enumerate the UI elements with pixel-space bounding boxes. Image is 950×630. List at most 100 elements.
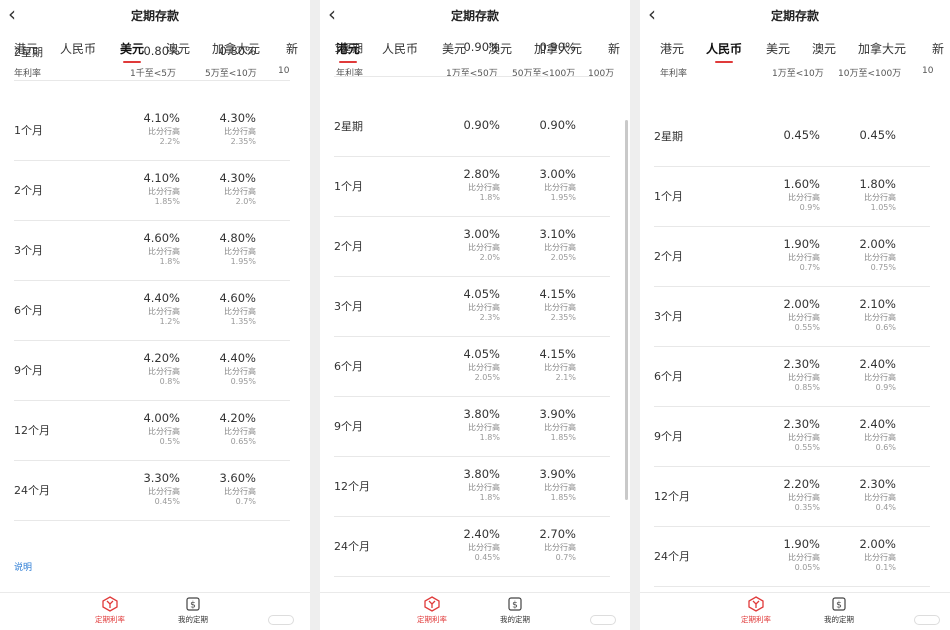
svg-text:$: $ [512,601,518,611]
compare-label-col1: 比分行高 [788,253,820,262]
compare-label-col2: 比分行高 [864,313,896,322]
nav-my-deposits[interactable]: $ 我的定期 [809,596,869,625]
rate-row: 24个月 3.30% 3.60% 比分行高 0.45% 比分行高 0.7% [14,460,290,521]
rate-row: 9个月 4.20% 4.40% 比分行高 0.8% 比分行高 0.95% [14,340,290,401]
compare-value-col2: 2.0% [235,197,256,206]
top-bar: ‹ 定期存款 [640,0,950,30]
rate-row: 24个月 2.40% 2.70% 比分行高 0.45% 比分行高 0.7% [334,516,610,577]
rate-value-col2: 4.80% [219,231,256,245]
nav-my-deposits[interactable]: $ 我的定期 [485,596,545,625]
compare-value-col2: 1.05% [870,203,896,212]
rate-value-col2: 3.60% [219,471,256,485]
compare-value-col2: 1.35% [230,317,256,326]
rate-value-col2: 4.30% [219,171,256,185]
compare-value-col2: 1.95% [550,193,576,202]
rate-value-col1: 4.05% [463,287,500,301]
term-label: 9个月 [14,364,43,377]
deposit-panel-hkd: ‹ 定期存款 港元 人民币 美元 澳元 加拿大元 新 年利率 1万至<50万 5… [320,0,630,630]
col1-header: 1万至<10万 [772,69,824,79]
term-label: 24个月 [654,550,690,563]
dollar-box-icon: $ [832,597,846,611]
term-label: 3个月 [14,244,43,257]
compare-label-col2: 比分行高 [224,187,256,196]
rate-value-col2: 4.60% [219,291,256,305]
compare-value-col1: 0.45% [474,553,500,562]
nav-deposit-rates-label: 定期利率 [417,615,447,624]
currency-tabs: 港元 人民币 美元 澳元 加拿大元 新 [640,36,950,64]
term-label: 3个月 [654,310,683,323]
term-label: 12个月 [14,424,50,437]
rate-value-col1: 4.20% [143,351,180,365]
nav-deposit-rates[interactable]: 定期利率 [80,596,140,625]
tab-usd[interactable]: 美元 [766,40,790,57]
compare-value-col1: 1.8% [159,257,180,266]
compare-label-col1: 比分行高 [788,433,820,442]
rate-label: 年利率 [660,69,688,79]
deposit-rate-icon [748,596,764,612]
nav-my-deposits-label: 我的定期 [824,615,854,624]
term-label: 3个月 [334,300,363,313]
column-header: 年利率 1万至<10万 10万至<100万 10 [640,66,950,80]
rate-value-col1: 4.10% [143,111,180,125]
rate-row: 2星期 0.80% 0.80% [14,40,290,81]
compare-label-col2: 比分行高 [224,487,256,496]
compare-value-col2: 0.75% [870,263,896,272]
tab-aud[interactable]: 澳元 [812,40,836,57]
compare-label-col1: 比分行高 [468,423,500,432]
tab-rmb[interactable]: 人民币 [706,40,742,63]
rate-row: 9个月 2.30% 2.40% 比分行高 0.55% 比分行高 0.6% [654,406,930,467]
nav-my-deposits-label: 我的定期 [500,615,530,624]
rate-row: 6个月 4.05% 4.15% 比分行高 2.05% 比分行高 2.1% [334,336,610,397]
compare-label-col1: 比分行高 [148,127,180,136]
term-label: 2个月 [14,184,43,197]
compare-label-col1: 比分行高 [788,373,820,382]
tab-hkd[interactable]: 港元 [660,40,684,57]
rate-value-col1: 0.80% [143,44,180,58]
compare-value-col2: 1.85% [550,433,576,442]
compare-value-col2: 2.1% [555,373,576,382]
rate-value-col2: 3.00% [539,167,576,181]
rate-row: 2星期 0.90% 0.90% [334,96,610,157]
bottom-nav: 定期利率 $ 我的定期 [320,592,630,630]
nav-my-deposits[interactable]: $ 我的定期 [163,596,223,625]
tab-cad[interactable]: 加拿大元 [858,40,906,57]
compare-label-col2: 比分行高 [544,303,576,312]
compare-value-col1: 1.8% [479,493,500,502]
rate-value-col2: 3.90% [539,467,576,481]
home-indicator [268,615,294,625]
term-label: 1星期 [334,42,363,55]
rate-value-col1: 2.30% [783,357,820,371]
rate-row: 12个月 4.00% 4.20% 比分行高 0.5% 比分行高 0.65% [14,400,290,461]
compare-value-col2: 1.95% [230,257,256,266]
compare-value-col1: 0.85% [794,383,820,392]
rate-row: 2星期 0.45% 0.45% [654,106,930,167]
compare-label-col2: 比分行高 [864,553,896,562]
compare-value-col2: 0.6% [875,323,896,332]
rate-value-col2: 0.80% [219,44,256,58]
deposit-rate-icon [102,596,118,612]
rate-value-col2: 0.45% [859,128,896,142]
rate-row: 1个月 1.60% 1.80% 比分行高 0.9% 比分行高 1.05% [654,166,930,227]
svg-text:$: $ [836,601,842,611]
scrollbar[interactable] [625,120,628,500]
svg-text:$: $ [190,601,196,611]
term-label: 24个月 [14,484,50,497]
top-bar: ‹ 定期存款 [320,0,630,30]
rate-row: 9个月 3.80% 3.90% 比分行高 1.8% 比分行高 1.85% [334,396,610,457]
term-label: 2个月 [334,240,363,253]
term-label: 9个月 [654,430,683,443]
explain-link[interactable]: 说明 [14,560,32,573]
compare-value-col1: 2.3% [479,313,500,322]
tab-sgd[interactable]: 新 [932,40,944,57]
compare-value-col1: 0.7% [799,263,820,272]
home-indicator [590,615,616,625]
nav-deposit-rates[interactable]: 定期利率 [402,596,462,625]
rate-value-col1: 4.05% [463,347,500,361]
compare-value-col1: 0.35% [794,503,820,512]
nav-deposit-rates[interactable]: 定期利率 [726,596,786,625]
compare-label-col1: 比分行高 [788,553,820,562]
term-label: 6个月 [334,360,363,373]
term-label: 1个月 [654,190,683,203]
dollar-box-icon: $ [186,597,200,611]
rate-row: 1个月 2.80% 3.00% 比分行高 1.8% 比分行高 1.95% [334,156,610,217]
